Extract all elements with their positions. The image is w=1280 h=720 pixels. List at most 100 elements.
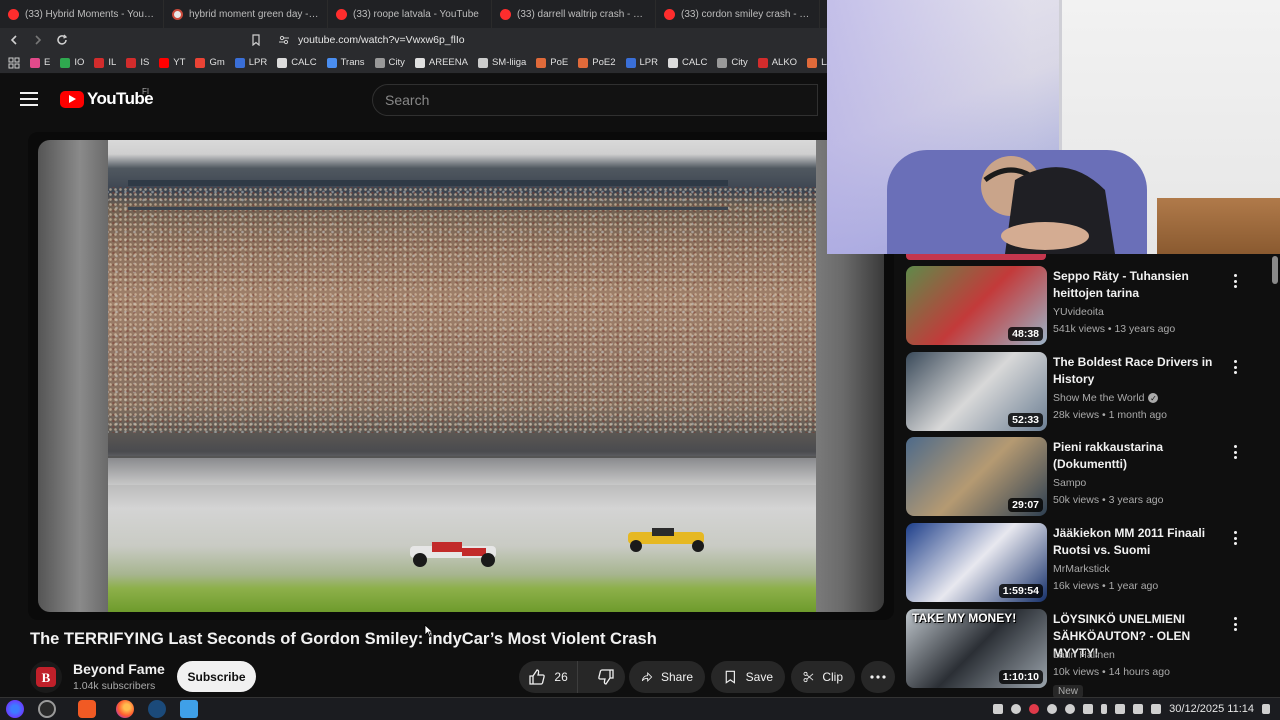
steam-tray-icon[interactable] <box>1011 703 1022 714</box>
video-thumbnail[interactable]: 48:38 <box>906 266 1047 345</box>
lock-icon[interactable] <box>1151 703 1162 714</box>
bookmark-item[interactable]: City <box>717 57 748 68</box>
recommended-video-title[interactable]: Pieni rakkaustarina (Dokumentti) <box>1053 439 1228 473</box>
more-vertical-icon[interactable] <box>1228 529 1242 547</box>
recommended-video[interactable]: 52:33 The Boldest Race Drivers in History… <box>906 352 1256 432</box>
bookmark-item[interactable]: IL <box>94 57 116 68</box>
browser-tab[interactable]: (33) cordon smiley crash - YouTu <box>656 0 820 28</box>
bookmark-item[interactable]: AREENA <box>414 57 468 68</box>
steam-icon[interactable] <box>148 700 166 718</box>
bookmark-item[interactable]: City <box>374 57 405 68</box>
site-settings-icon[interactable] <box>278 34 290 46</box>
bookmark-item[interactable]: LPR <box>234 57 268 68</box>
recommended-channel[interactable]: Sampo <box>1053 477 1086 489</box>
clipboard-icon[interactable] <box>1083 703 1094 714</box>
bookmark-favicon-icon <box>234 57 245 68</box>
network-icon[interactable] <box>1133 703 1144 714</box>
browser-tab[interactable]: (33) roope latvala - YouTube <box>328 0 492 28</box>
subscribe-button[interactable]: Subscribe <box>177 661 256 692</box>
search-input[interactable]: Search <box>372 84 818 116</box>
recommended-channel[interactable]: Lauri Halinen <box>1053 649 1115 661</box>
reload-button[interactable] <box>52 30 72 50</box>
forward-button[interactable] <box>28 30 48 50</box>
bookmark-label: IS <box>140 57 150 68</box>
brave-browser-icon[interactable] <box>78 700 96 718</box>
like-button[interactable]: 26 <box>519 661 579 693</box>
bookmark-label: Trans <box>340 57 365 68</box>
browser-tab[interactable]: (33) Hybrid Moments - YouTube <box>0 0 164 28</box>
media-play-icon[interactable] <box>1065 703 1076 714</box>
recommended-video-meta: 10k views • 14 hours ago <box>1053 666 1170 678</box>
notification-bell-icon[interactable] <box>993 703 1004 714</box>
share-button[interactable]: Share <box>629 661 705 693</box>
recommended-video[interactable]: 29:07 Pieni rakkaustarina (Dokumentti) Sam… <box>906 437 1256 517</box>
recommended-channel[interactable]: MrMarkstick <box>1053 563 1110 575</box>
youtube-logo[interactable]: YouTube <box>60 89 154 109</box>
clip-label: Clip <box>822 670 843 684</box>
bookmark-item[interactable]: IO <box>60 57 84 68</box>
firefox-icon[interactable] <box>116 700 134 718</box>
microphone-icon[interactable] <box>1101 703 1108 714</box>
more-vertical-icon[interactable] <box>1228 272 1242 290</box>
video-thumbnail[interactable]: 52:33 <box>906 352 1047 431</box>
recommended-video-title[interactable]: The Boldest Race Drivers in History <box>1053 354 1228 388</box>
video-frame[interactable] <box>38 140 884 612</box>
channel-avatar[interactable]: B <box>30 661 62 693</box>
recommended-video[interactable]: TAKE MY MONEY! 1:10:10 LÖYSINKÖ UNELMIENI … <box>906 609 1256 698</box>
bookmark-item[interactable]: CALC <box>277 57 317 68</box>
start-menu-icon[interactable] <box>6 700 24 718</box>
recommended-video[interactable]: 48:38 Seppo Räty - Tuhansien heittojen ta… <box>906 266 1256 346</box>
recommended-channel[interactable]: YUvideoita <box>1053 306 1104 318</box>
show-desktop-icon[interactable] <box>1262 703 1270 714</box>
more-actions-button[interactable] <box>861 661 895 693</box>
recommended-channel-name: Sampo <box>1053 477 1087 489</box>
channel-name[interactable]: Beyond Fame <box>73 661 165 677</box>
bookmark-item[interactable]: E <box>30 57 50 68</box>
browser-tab[interactable]: (33) darrell waltrip crash - YouTu <box>492 0 656 28</box>
save-button[interactable]: Save <box>711 661 785 693</box>
bookmark-item[interactable]: Trans <box>326 57 365 68</box>
system-monitor-icon[interactable] <box>38 700 56 718</box>
dislike-button[interactable] <box>586 661 625 693</box>
volume-icon[interactable] <box>1115 703 1126 714</box>
clock[interactable]: 30/12/2025 11:14 <box>1169 703 1254 715</box>
video-duration: 48:38 <box>1008 327 1043 341</box>
bookmark-item[interactable]: CALC <box>667 57 707 68</box>
bookmark-icon[interactable] <box>250 34 262 46</box>
race-car-red-icon <box>410 542 496 567</box>
tab-title: (33) darrell waltrip crash - YouTu <box>517 8 647 20</box>
sidebar-scrollbar[interactable] <box>1272 256 1278 284</box>
more-vertical-icon[interactable] <box>1228 615 1242 633</box>
recommended-video[interactable]: 1:59:54 Jääkiekon MM 2011 Finaali Ruotsi … <box>906 523 1256 603</box>
bookmark-item[interactable]: IS <box>126 57 149 68</box>
bookmark-item[interactable]: PoE <box>536 57 568 68</box>
video-thumbnail[interactable]: TAKE MY MONEY! 1:10:10 <box>906 609 1047 688</box>
clip-button[interactable]: Clip <box>791 661 855 693</box>
bookmark-item[interactable]: YT <box>159 57 185 68</box>
menu-icon[interactable] <box>20 92 38 106</box>
address-bar[interactable]: youtube.com/watch?v=Vwxw6p_flIo <box>252 31 830 49</box>
system-tray: 30/12/2025 11:14 <box>993 697 1270 720</box>
recommended-video-title[interactable]: Seppo Räty - Tuhansien heittojen tarina <box>1053 268 1228 302</box>
bookmark-item[interactable]: Gm <box>195 57 225 68</box>
file-manager-icon[interactable] <box>180 700 198 718</box>
browser-tab[interactable]: hybrid moment green day - Brave <box>164 0 328 28</box>
bookmark-label: LPR <box>248 57 268 68</box>
bookmark-item[interactable]: SM-liiga <box>477 57 526 68</box>
vpn-icon[interactable] <box>1047 703 1058 714</box>
apps-grid-icon[interactable] <box>8 57 20 69</box>
recording-icon[interactable] <box>1029 703 1040 714</box>
bookmark-item[interactable]: PoE2 <box>578 57 616 68</box>
video-thumbnail[interactable]: 1:59:54 <box>906 523 1047 602</box>
recommended-channel[interactable]: Show Me the World ✓ <box>1053 392 1159 404</box>
bookmark-item[interactable]: LPR <box>625 57 658 68</box>
recommended-video-title[interactable]: Jääkiekon MM 2011 Finaali Ruotsi vs. Suo… <box>1053 525 1228 559</box>
more-vertical-icon[interactable] <box>1228 358 1242 376</box>
back-button[interactable] <box>4 30 24 50</box>
bookmark-favicon-icon <box>60 57 71 68</box>
more-vertical-icon[interactable] <box>1228 443 1242 461</box>
bookmark-item[interactable]: ALKO <box>757 57 797 68</box>
url-text[interactable]: youtube.com/watch?v=Vwxw6p_flIo <box>298 34 465 46</box>
video-thumbnail[interactable]: 29:07 <box>906 437 1047 516</box>
bookmark-favicon-icon <box>667 57 678 68</box>
